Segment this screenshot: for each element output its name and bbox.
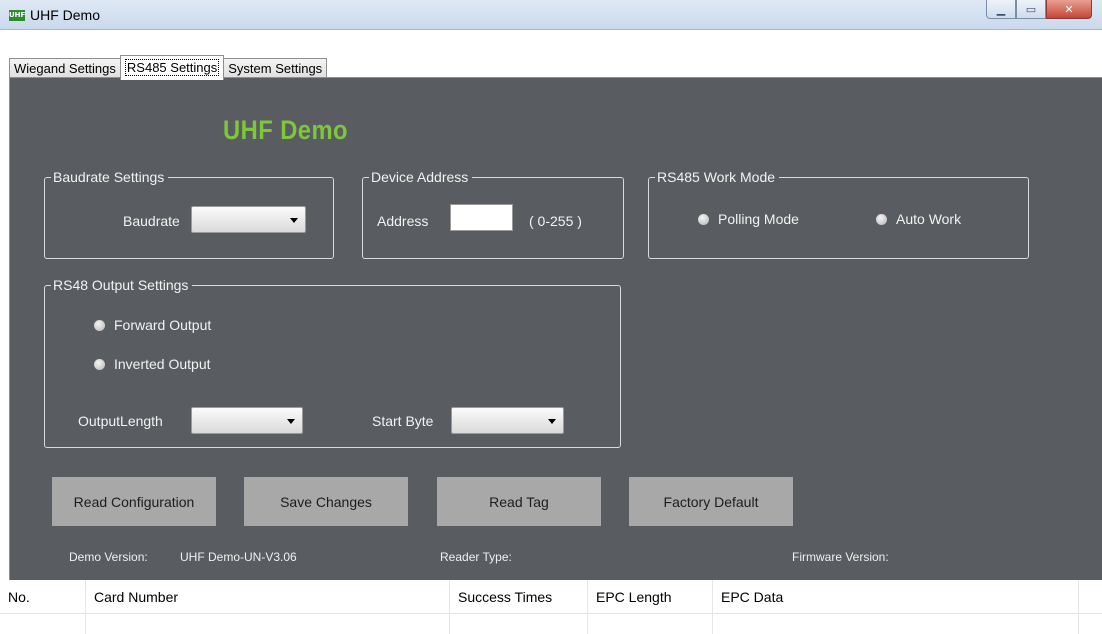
tab-label: System Settings xyxy=(228,61,323,76)
chevron-down-icon xyxy=(290,218,298,223)
group-title: RS48 Output Settings xyxy=(51,276,193,294)
address-range-hint: ( 0-255 ) xyxy=(529,213,582,229)
minimize-icon: ▁ xyxy=(996,2,1006,16)
table-cell xyxy=(86,614,450,634)
close-button[interactable]: ✕ xyxy=(1046,0,1092,19)
maximize-button[interactable]: ▭ xyxy=(1016,0,1046,19)
start-byte-select[interactable] xyxy=(451,407,564,434)
table-cell xyxy=(450,614,588,634)
radio-icon xyxy=(94,319,105,331)
baudrate-label: Baudrate xyxy=(123,213,180,229)
tab-label: RS485 Settings xyxy=(124,59,220,76)
window-title: UHF Demo xyxy=(30,7,101,23)
radio-label: Auto Work xyxy=(896,211,962,227)
tab-rs485-settings[interactable]: RS485 Settings xyxy=(119,55,225,80)
title-bar: UHF UHF Demo ▁ ▭ ✕ xyxy=(0,0,1102,30)
chevron-down-icon xyxy=(287,419,295,424)
demo-version-value: UHF Demo-UN-V3.06 xyxy=(180,550,297,564)
polling-mode-radio[interactable]: Polling Mode xyxy=(698,211,799,227)
output-length-label: OutputLength xyxy=(78,413,163,429)
table-row[interactable] xyxy=(0,614,1102,634)
start-byte-label: Start Byte xyxy=(372,413,434,429)
table-header: No. Card Number Success Times EPC Length… xyxy=(0,580,1102,614)
group-title: Baudrate Settings xyxy=(51,168,169,186)
radio-label: Forward Output xyxy=(114,317,212,333)
table-cell xyxy=(588,614,713,634)
close-icon: ✕ xyxy=(1064,2,1074,16)
read-tag-button[interactable]: Read Tag xyxy=(437,477,601,526)
column-header-epc-length[interactable]: EPC Length xyxy=(588,580,713,614)
address-input[interactable] xyxy=(450,204,513,231)
column-header-epc-data[interactable]: EPC Data xyxy=(713,580,1079,614)
table-cell xyxy=(0,614,86,634)
baudrate-select[interactable] xyxy=(191,206,306,233)
chevron-down-icon xyxy=(548,419,556,424)
tab-label: Wiegand Settings xyxy=(14,61,116,76)
auto-work-radio[interactable]: Auto Work xyxy=(876,211,961,227)
column-header-no[interactable]: No. xyxy=(0,580,86,614)
address-label: Address xyxy=(377,213,429,229)
radio-label: Polling Mode xyxy=(718,211,799,227)
brand-title: UHF Demo xyxy=(223,115,348,145)
group-title: Device Address xyxy=(369,168,473,186)
tag-table: No. Card Number Success Times EPC Length… xyxy=(0,580,1102,634)
tab-strip: Wiegand Settings RS485 Settings System S… xyxy=(0,30,1102,80)
radio-icon xyxy=(876,213,887,225)
minimize-button[interactable]: ▁ xyxy=(986,0,1016,19)
radio-icon xyxy=(698,213,709,225)
output-length-select[interactable] xyxy=(191,407,303,434)
demo-version-label: Demo Version: xyxy=(69,550,148,564)
factory-default-button[interactable]: Factory Default xyxy=(629,477,793,526)
maximize-icon: ▭ xyxy=(1025,2,1037,16)
inverted-output-radio[interactable]: Inverted Output xyxy=(94,356,211,372)
column-header-card-number[interactable]: Card Number xyxy=(86,580,450,614)
group-title: RS485 Work Mode xyxy=(655,168,780,186)
rs485-settings-panel: UHF Demo Baudrate Settings Baudrate Devi… xyxy=(9,77,1102,580)
table-cell xyxy=(713,614,1079,634)
reader-type-label: Reader Type: xyxy=(440,550,512,564)
app-icon: UHF xyxy=(9,10,26,21)
radio-icon xyxy=(94,358,105,370)
radio-label: Inverted Output xyxy=(114,356,211,372)
column-header-success-times[interactable]: Success Times xyxy=(450,580,588,614)
read-configuration-button[interactable]: Read Configuration xyxy=(52,477,216,526)
forward-output-radio[interactable]: Forward Output xyxy=(94,317,211,333)
window-controls: ▁ ▭ ✕ xyxy=(986,0,1092,21)
firmware-version-label: Firmware Version: xyxy=(792,550,889,564)
save-changes-button[interactable]: Save Changes xyxy=(244,477,408,526)
